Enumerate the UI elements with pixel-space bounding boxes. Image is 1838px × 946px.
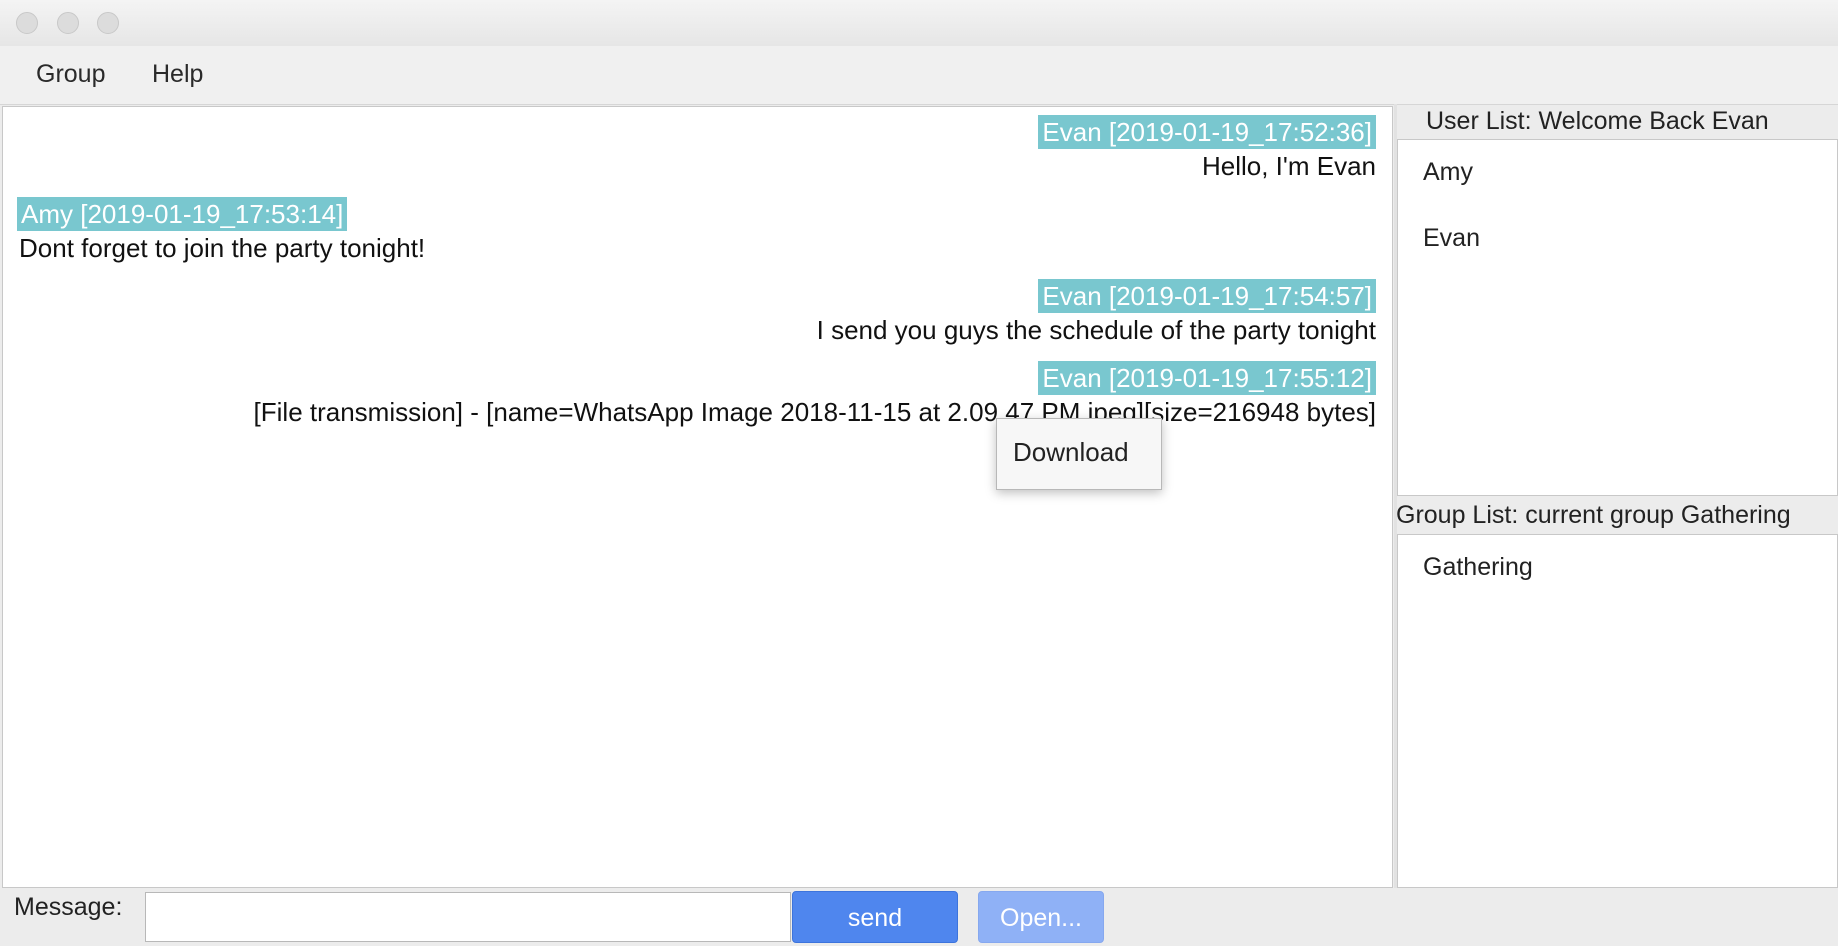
message-body: I send you guys the schedule of the part… (816, 315, 1376, 345)
minimize-window-button[interactable] (57, 12, 79, 34)
message-header: Evan [2019-01-19_17:55:12] (1038, 361, 1376, 395)
menu-group[interactable]: Group (36, 60, 105, 89)
download-menu-item[interactable]: Download (1013, 437, 1129, 468)
zoom-window-button[interactable] (97, 12, 119, 34)
message-header: Evan [2019-01-19_17:52:36] (1038, 115, 1376, 149)
user-list-item[interactable]: Amy (1423, 158, 1473, 187)
group-list-title: Group List: current group Gathering (1396, 501, 1791, 529)
message-header: Amy [2019-01-19_17:53:14] (17, 197, 348, 231)
menu-help[interactable]: Help (152, 60, 203, 89)
message-input[interactable] (145, 892, 791, 942)
group-list-item[interactable]: Gathering (1423, 553, 1533, 582)
send-button[interactable]: send (792, 891, 958, 943)
message-header: Evan [2019-01-19_17:54:57] (1038, 279, 1376, 313)
app-window: Group Help Evan [2019-01-19_17:52:36] He… (0, 0, 1838, 946)
message-body: Dont forget to join the party tonight! (19, 233, 426, 263)
context-menu: Download (996, 418, 1162, 490)
user-list-title: User List: Welcome Back Evan (1426, 107, 1769, 135)
file-transmission-message[interactable]: [File transmission] - [name=WhatsApp Ima… (254, 395, 1376, 429)
chat-area[interactable]: Evan [2019-01-19_17:52:36] Hello, I'm Ev… (2, 106, 1393, 888)
user-list-item[interactable]: Evan (1423, 224, 1480, 253)
close-window-button[interactable] (16, 12, 38, 34)
user-list: Amy Evan (1397, 139, 1838, 496)
message-body: Hello, I'm Evan (1201, 151, 1376, 181)
group-list: Gathering (1397, 534, 1838, 888)
title-bar (0, 0, 1838, 47)
menu-bar: Group Help (0, 46, 1838, 105)
message-label: Message: (14, 893, 123, 921)
open-file-button[interactable]: Open... (978, 891, 1104, 943)
